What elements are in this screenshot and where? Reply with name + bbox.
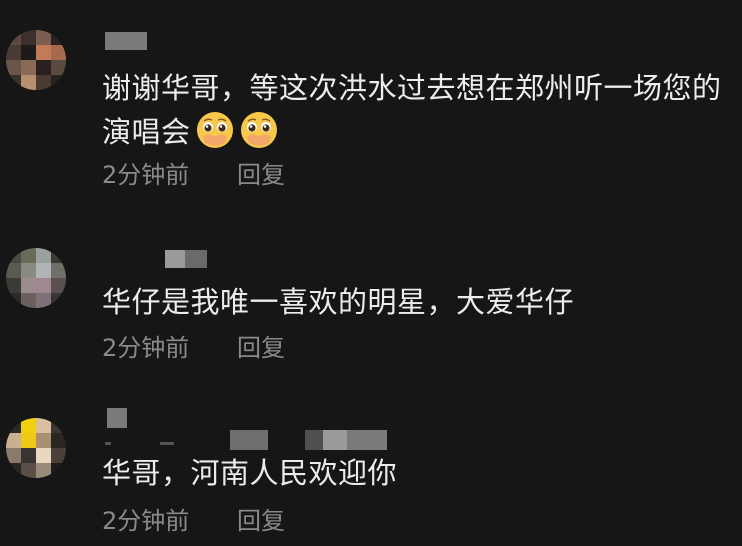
avatar[interactable] (6, 248, 66, 308)
reply-button[interactable]: 回复 (237, 160, 285, 190)
comment-meta: 2分钟前 回复 (102, 333, 285, 363)
username-blurred[interactable] (105, 32, 147, 52)
timestamp: 2分钟前 (102, 507, 190, 535)
reply-button[interactable]: 回复 (237, 506, 285, 536)
comment-item: 谢谢华哥，等这次洪水过去想在郑州听一场您的演唱会 2分钟前 回复 (0, 0, 742, 200)
reply-button[interactable]: 回复 (237, 333, 285, 363)
username-blurred[interactable] (165, 250, 207, 270)
pleading-face-icon (239, 110, 279, 150)
comment-meta: 2分钟前 回复 (102, 506, 285, 536)
comment-item: 华哥，河南人民欢迎你 2分钟前 回复 (0, 400, 742, 546)
comment-item: 华仔是我唯一喜欢的明星，大爱华仔 2分钟前 回复 (0, 230, 742, 380)
comment-text: 华哥，河南人民欢迎你 (102, 456, 398, 490)
pleading-face-icon (195, 110, 235, 150)
username-blurred[interactable] (105, 408, 395, 452)
comment-meta: 2分钟前 回复 (102, 160, 285, 190)
timestamp: 2分钟前 (102, 161, 190, 189)
comment-text: 谢谢华哥，等这次洪水过去想在郑州听一场您的演唱会 (102, 71, 722, 150)
timestamp: 2分钟前 (102, 334, 190, 362)
avatar[interactable] (6, 30, 66, 90)
avatar[interactable] (6, 418, 66, 478)
comment-text: 华仔是我唯一喜欢的明星，大爱华仔 (102, 285, 575, 319)
